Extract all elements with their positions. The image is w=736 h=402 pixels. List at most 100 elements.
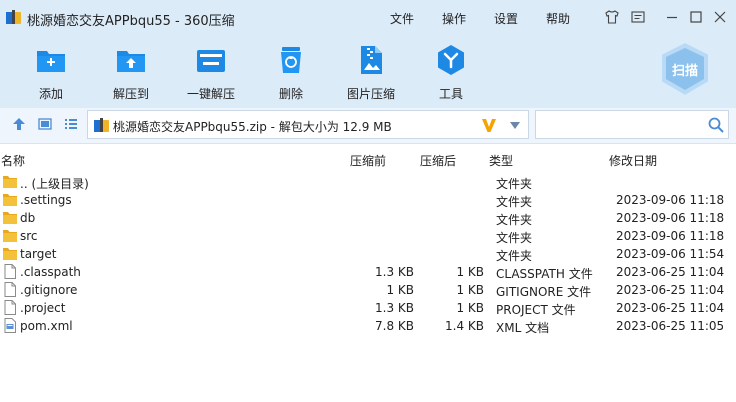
archive-path-text: 桃源婚恋交友APPbqu55.zip - 解包大小为 12.9 MB: [113, 120, 392, 134]
file-row[interactable]: db 文件夹 2023-09-06 11:18: [0, 209, 736, 227]
file-size-after: 1.4 KB: [445, 319, 484, 333]
folder-icon: [3, 230, 17, 242]
app-logo-icon: [6, 10, 21, 24]
extract-to-button[interactable]: 解压到: [102, 44, 160, 102]
file-name: .. (上级目录): [20, 177, 89, 191]
menu-help[interactable]: 帮助: [546, 10, 570, 27]
message-icon[interactable]: [630, 9, 646, 25]
maximize-icon[interactable]: [688, 9, 704, 25]
folder-icon: [3, 212, 17, 224]
file-icon: [4, 264, 16, 279]
file-size-before: 1 KB: [386, 283, 414, 297]
delete-icon: [281, 47, 301, 73]
column-date[interactable]: 修改日期: [609, 152, 657, 169]
one-click-extract-button[interactable]: 一键解压: [182, 44, 240, 102]
tools-icon: [438, 45, 464, 75]
file-type: 文件夹: [496, 195, 533, 209]
file-date: 2023-09-06 11:54: [616, 247, 725, 261]
image-compress-icon: [361, 46, 382, 74]
thumbnail-view-icon[interactable]: [38, 117, 52, 131]
window-title: 桃源婚恋交友APPbqu55 - 360压缩: [27, 14, 235, 29]
file-row[interactable]: .project 1.3 KB 1 KB PROJECT 文件 2023-06-25 1…: [0, 299, 736, 317]
file-size-before: 1.3 KB: [375, 265, 414, 279]
file-type: 文件夹: [496, 177, 533, 191]
file-date: 2023-06-25 11:04: [616, 301, 725, 315]
zip-archive-icon: [94, 118, 109, 132]
extract-to-icon: [117, 51, 145, 72]
file-row[interactable]: .settings 文件夹 2023-09-06 11:18: [0, 191, 736, 209]
xml-file-icon: [4, 318, 16, 333]
scan-button[interactable]: 扫描: [656, 40, 714, 98]
delete-button[interactable]: 删除: [262, 44, 320, 102]
minimize-icon[interactable]: [664, 9, 680, 25]
up-arrow-icon[interactable]: [12, 117, 26, 131]
one-click-extract-icon: [197, 50, 225, 72]
file-name: .classpath: [20, 265, 81, 279]
list-view-icon[interactable]: [64, 117, 78, 131]
file-type: GITIGNORE 文件: [496, 285, 592, 299]
one-click-extract-label: 一键解压: [186, 87, 235, 101]
file-name: src: [20, 229, 38, 243]
image-compress-button[interactable]: 图片压缩: [342, 44, 400, 102]
folder-icon: [3, 176, 17, 188]
file-row[interactable]: .gitignore 1 KB 1 KB GITIGNORE 文件 2023-06-25…: [0, 281, 736, 299]
menu-file[interactable]: 文件: [390, 10, 414, 27]
scan-label: 扫描: [671, 64, 698, 79]
file-name: .gitignore: [20, 283, 78, 297]
search-icon[interactable]: [708, 117, 724, 133]
column-size-before[interactable]: 压缩前: [350, 152, 386, 169]
add-button[interactable]: 添加: [22, 44, 80, 102]
folder-icon: [3, 194, 17, 206]
column-size-after[interactable]: 压缩后: [420, 152, 456, 169]
file-type: 文件夹: [496, 249, 533, 263]
skin-icon[interactable]: [604, 9, 620, 25]
file-name: target: [20, 247, 57, 261]
search-box[interactable]: [535, 110, 729, 139]
chevron-down-icon[interactable]: [510, 122, 520, 129]
file-size-before: 1.3 KB: [375, 301, 414, 315]
file-name: pom.xml: [20, 319, 73, 333]
file-size-after: 1 KB: [456, 265, 484, 279]
menu-settings[interactable]: 设置: [494, 10, 518, 27]
file-size-after: 1 KB: [456, 301, 484, 315]
file-type: 文件夹: [496, 231, 533, 245]
tools-button[interactable]: 工具: [422, 44, 480, 102]
add-icon: [37, 51, 65, 72]
file-name: db: [20, 211, 36, 225]
file-name: .settings: [20, 193, 72, 207]
file-date: 2023-09-06 11:18: [616, 211, 725, 225]
extract-to-label: 解压到: [112, 87, 149, 101]
file-type: PROJECT 文件: [496, 303, 576, 317]
file-row[interactable]: .. (上级目录) 文件夹: [0, 173, 736, 191]
add-label: 添加: [38, 87, 63, 101]
top-area: 桃源婚恋交友APPbqu55 - 360压缩 文件 操作 设置 帮助 添加 解压…: [0, 0, 736, 108]
close-icon[interactable]: [712, 9, 728, 25]
file-size-before: 7.8 KB: [375, 319, 414, 333]
tools-label: 工具: [438, 87, 463, 101]
file-name: .project: [20, 301, 66, 315]
image-compress-label: 图片压缩: [346, 87, 395, 101]
file-date: 2023-06-25 11:05: [616, 319, 725, 333]
menu-operation[interactable]: 操作: [442, 10, 466, 27]
file-type: 文件夹: [496, 213, 533, 227]
file-type: XML 文档: [496, 321, 550, 335]
verified-v-icon[interactable]: [481, 117, 497, 133]
delete-label: 删除: [278, 87, 303, 101]
path-box[interactable]: 桃源婚恋交友APPbqu55.zip - 解包大小为 12.9 MB: [87, 110, 529, 139]
file-size-after: 1 KB: [456, 283, 484, 297]
file-list: 名称 压缩前 压缩后 类型 修改日期 .. (上级目录) 文件夹 .settings…: [0, 146, 736, 402]
file-date: 2023-06-25 11:04: [616, 283, 725, 297]
file-row[interactable]: .classpath 1.3 KB 1 KB CLASSPATH 文件 2023-06-…: [0, 263, 736, 281]
file-date: 2023-09-06 11:18: [616, 193, 725, 207]
file-type: CLASSPATH 文件: [496, 267, 593, 281]
file-icon: [4, 282, 16, 297]
column-type[interactable]: 类型: [489, 152, 513, 169]
column-name[interactable]: 名称: [1, 152, 25, 169]
file-date: 2023-09-06 11:18: [616, 229, 725, 243]
title-bar: 桃源婚恋交友APPbqu55 - 360压缩 文件 操作 设置 帮助: [0, 0, 736, 34]
file-row[interactable]: pom.xml 7.8 KB 1.4 KB XML 文档 2023-06-25 11:0…: [0, 317, 736, 335]
file-row[interactable]: target 文件夹 2023-09-06 11:54: [0, 245, 736, 263]
folder-icon: [3, 248, 17, 260]
file-date: 2023-06-25 11:04: [616, 265, 725, 279]
file-row[interactable]: src 文件夹 2023-09-06 11:18: [0, 227, 736, 245]
